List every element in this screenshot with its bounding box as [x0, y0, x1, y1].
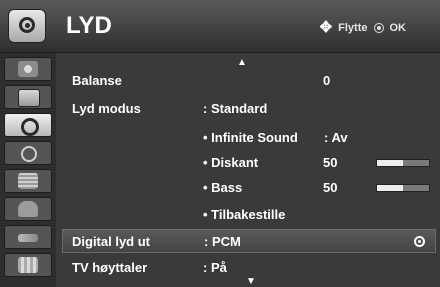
lyd-modus-value: : Standard: [203, 101, 268, 116]
balanse-label: Balanse: [72, 73, 122, 88]
menu-item-tilbakestille[interactable]: • Tilbakestille: [62, 203, 436, 227]
sidebar-item-option[interactable]: [4, 169, 52, 193]
diskant-label: • Diskant: [203, 155, 259, 170]
sidebar-item-usb[interactable]: [4, 253, 52, 277]
diskant-value: 50: [323, 155, 338, 170]
ok-select-icon[interactable]: [414, 236, 425, 247]
sound-menu-list: ▲ Balanse 0 Lyd modus : Standard • Infin…: [56, 53, 440, 287]
infinite-sound-value: : Av: [324, 130, 348, 145]
sound-icon: [21, 118, 39, 136]
option-icon: [18, 173, 38, 189]
clock-icon: [21, 146, 37, 162]
menu-item-diskant[interactable]: • Diskant 50: [62, 151, 436, 175]
bass-label: • Bass: [203, 180, 243, 195]
tv-hoyttaler-value: : På: [203, 260, 227, 275]
usb-media-icon: [18, 257, 38, 273]
input-plug-icon: [18, 234, 38, 242]
sidebar-item-sound[interactable]: [4, 113, 52, 137]
move-icon: ✥: [319, 19, 333, 36]
diskant-level-bar[interactable]: [376, 159, 430, 167]
infinite-sound-label: • Infinite Sound: [203, 130, 298, 145]
menu-header: LYD ✥ Flytte OK: [0, 0, 440, 53]
sidebar-item-time[interactable]: [4, 141, 52, 165]
diskant-level-fill: [377, 160, 403, 166]
tv-hoyttaler-label: TV høyttaler: [72, 260, 148, 275]
ok-hint-label: OK: [389, 21, 407, 34]
menu-item-infinite-sound[interactable]: • Infinite Sound : Av: [62, 126, 436, 150]
lock-icon: [18, 201, 38, 217]
move-hint-label: Flytte: [338, 21, 368, 34]
menu-item-lyd-modus[interactable]: Lyd modus : Standard: [62, 97, 436, 121]
menu-item-digital-lyd-ut[interactable]: Digital lyd ut : PCM: [62, 229, 436, 253]
sidebar-item-picture[interactable]: [4, 57, 52, 81]
menu-item-bass[interactable]: • Bass 50: [62, 176, 436, 200]
tv-menu-screen: LYD ✥ Flytte OK ▲ Balanse 0 Lyd modus : …: [0, 0, 440, 287]
bass-value: 50: [323, 180, 338, 195]
bass-level-bar[interactable]: [376, 184, 430, 192]
balanse-value: 0: [323, 73, 331, 88]
sidebar-item-lock[interactable]: [4, 197, 52, 221]
tv-icon: [18, 89, 40, 107]
ok-button-icon: [373, 22, 384, 33]
bass-level-fill: [377, 185, 403, 191]
digital-lyd-ut-label: Digital lyd ut: [72, 234, 150, 249]
scroll-down-arrow-icon[interactable]: ▼: [246, 276, 256, 287]
scroll-up-arrow-icon[interactable]: ▲: [237, 57, 247, 68]
sidebar-item-setup[interactable]: [4, 85, 52, 109]
tilbakestille-label: • Tilbakestille: [203, 207, 286, 222]
sound-menu-icon: [8, 9, 46, 43]
digital-lyd-ut-value: : PCM: [204, 234, 241, 249]
navigation-hint: ✥ Flytte OK: [320, 20, 406, 35]
category-sidebar: [0, 53, 56, 287]
sidebar-item-input[interactable]: [4, 225, 52, 249]
menu-title: LYD: [66, 12, 112, 39]
lyd-modus-label: Lyd modus: [72, 101, 141, 116]
picture-icon: [18, 61, 38, 77]
menu-item-balanse[interactable]: Balanse 0: [62, 69, 436, 93]
